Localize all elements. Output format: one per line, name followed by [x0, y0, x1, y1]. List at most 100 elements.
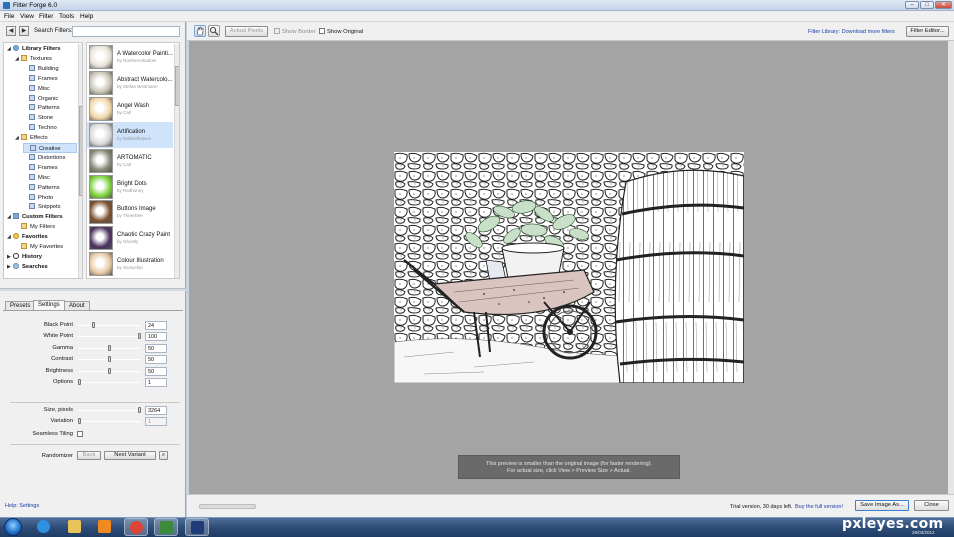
filter-list-item[interactable]: Bright Dots by Redhoney	[87, 174, 173, 200]
menu-view[interactable]: View	[20, 12, 34, 21]
setting-value-input[interactable]: 3264	[145, 406, 167, 415]
tree-item[interactable]: Building	[23, 64, 77, 74]
preview-image[interactable]	[394, 152, 744, 383]
tree-item[interactable]: ◢ Effects	[15, 133, 77, 143]
expand-arrow-icon[interactable]: ▶	[7, 252, 13, 262]
minimize-button[interactable]: –	[905, 1, 919, 9]
setting-value-input[interactable]: 1	[145, 378, 167, 387]
filter-list-item[interactable]: Angel Wash by Carl	[87, 96, 173, 122]
setting-slider[interactable]	[78, 410, 140, 411]
tree-item[interactable]: Snippets	[23, 202, 77, 212]
tree-item[interactable]: Misc	[23, 173, 77, 183]
filter-list-item[interactable]: Chaotic Crazy Paint by Ghostly	[87, 225, 173, 251]
randomizer-options-icon[interactable]: ⌕	[159, 451, 168, 460]
back-variant-button[interactable]: Back	[77, 451, 101, 460]
tree-item[interactable]: Distortions	[23, 153, 77, 163]
filter-thumbnail	[89, 122, 113, 147]
folder-icon	[21, 223, 27, 230]
slider-knob[interactable]	[78, 418, 81, 425]
start-button[interactable]	[4, 518, 22, 536]
setting-slider[interactable]	[78, 421, 140, 423]
show-original-checkbox[interactable]	[319, 28, 325, 34]
tree-item[interactable]: ▶ Searches	[7, 262, 77, 272]
tree-item[interactable]: Stone	[23, 113, 77, 123]
tree-item[interactable]: Patterns	[23, 183, 77, 193]
menu-help[interactable]: Help	[80, 12, 93, 21]
tree-scrollbar[interactable]	[78, 44, 82, 278]
tree-item[interactable]: My Filters	[15, 222, 77, 232]
hand-tool-icon[interactable]	[194, 25, 206, 37]
filter-list-item[interactable]: Comic Bookby Carl	[87, 277, 173, 278]
filter-list-item[interactable]: A Watercolor Painti... by Northernshadow	[87, 44, 173, 70]
slider-knob[interactable]	[78, 379, 81, 385]
save-image-button[interactable]: Save Image As...	[855, 500, 909, 511]
back-nav-button[interactable]: ◀	[6, 26, 16, 36]
tree-item[interactable]: Frames	[23, 163, 77, 173]
filter-list-scrollbar[interactable]	[174, 44, 179, 278]
tree-item[interactable]: Photo	[23, 193, 77, 203]
buy-full-version-link[interactable]: Buy the full version!	[795, 504, 843, 510]
slider-knob[interactable]	[108, 344, 111, 351]
slider-knob[interactable]	[138, 333, 141, 340]
setting-slider[interactable]	[78, 382, 140, 383]
taskbar-app[interactable]	[184, 518, 209, 536]
menu-filter[interactable]: Filter	[39, 12, 53, 21]
tree-item[interactable]: ◢ Custom Filters	[7, 212, 77, 222]
filter-list-item[interactable]: Buttons Image by ThreeDee	[87, 199, 173, 225]
setting-value-input[interactable]: 50	[145, 366, 167, 376]
setting-value-input[interactable]: 100	[145, 332, 167, 342]
taskbar-app[interactable]	[154, 518, 178, 536]
filter-editor-button[interactable]: Filter Editor...	[906, 26, 949, 37]
setting-value-input[interactable]: 50	[145, 355, 167, 365]
filter-list-item[interactable]: ARTOMATIC by Carl	[87, 148, 173, 174]
tree-item[interactable]: ◢ Library Filters	[7, 44, 77, 54]
taskbar-app[interactable]	[32, 518, 56, 536]
panel-splitter[interactable]	[0, 288, 186, 291]
tree-item[interactable]: ◢ Favorites	[7, 232, 77, 242]
seamless-checkbox[interactable]	[77, 431, 83, 437]
tree-item[interactable]: ▶ History	[7, 252, 77, 262]
filter-list-item[interactable]: Colour Illustration by Scarychip	[87, 251, 173, 277]
filter-library-link[interactable]: Filter Library: Download more filters	[808, 29, 895, 35]
slider-knob[interactable]	[138, 407, 141, 413]
actual-pixels-button[interactable]: Actual Pixels	[225, 26, 268, 37]
tree-item[interactable]: ◢ Textures	[15, 54, 77, 64]
tree-item[interactable]: Misc	[23, 84, 77, 94]
show-border-checkbox[interactable]	[274, 28, 280, 34]
tree-item[interactable]: Creative	[23, 143, 77, 153]
close-button[interactable]: Close	[914, 500, 949, 511]
tree-item[interactable]: Frames	[23, 74, 77, 84]
taskbar-app[interactable]	[93, 518, 117, 536]
menu-file[interactable]: File	[4, 12, 14, 21]
filter-list-item[interactable]: Artification by Bobbielhejsen	[87, 121, 173, 148]
taskbar-app[interactable]	[123, 518, 148, 536]
next-variant-button[interactable]: Next Variant	[104, 451, 156, 460]
filter-author: by Stefan Bestmann	[117, 83, 158, 89]
filter-list-item[interactable]: Abstract Watercolo... by Stefan Bestmann	[87, 70, 173, 96]
collapse-arrow-icon[interactable]: ◢	[7, 232, 13, 242]
taskbar-app[interactable]	[63, 518, 87, 536]
tree-item[interactable]: Patterns	[23, 103, 77, 113]
setting-value-input[interactable]: 50	[145, 343, 167, 353]
help-link[interactable]: Help: Settings	[5, 503, 39, 509]
maximize-button[interactable]: □	[920, 1, 934, 9]
slider-knob[interactable]	[108, 356, 111, 363]
tree-item[interactable]: Techno	[23, 123, 77, 133]
setting-value-input[interactable]: 1	[145, 417, 167, 427]
zoom-tool-icon[interactable]	[208, 25, 220, 37]
setting-slider[interactable]	[78, 325, 140, 326]
close-window-button[interactable]: ✕	[935, 1, 952, 9]
collapse-arrow-icon[interactable]: ◢	[7, 44, 13, 54]
forward-nav-button[interactable]: ▶	[19, 26, 29, 36]
setting-value-input[interactable]: 24	[145, 321, 167, 330]
tree-item[interactable]: My Favorites	[15, 242, 77, 252]
slider-knob[interactable]	[108, 367, 111, 374]
tree-item[interactable]: Organic	[23, 94, 77, 104]
setting-slider[interactable]	[78, 336, 140, 338]
preview-scrollbar[interactable]	[948, 41, 954, 494]
expand-arrow-icon[interactable]: ▶	[7, 262, 13, 272]
slider-knob[interactable]	[92, 322, 96, 328]
search-input[interactable]	[72, 26, 180, 37]
filter-category-tree: ◢ Library Filters ◢ Textures Building Frames M…	[3, 42, 83, 279]
menu-tools[interactable]: Tools	[59, 12, 74, 21]
